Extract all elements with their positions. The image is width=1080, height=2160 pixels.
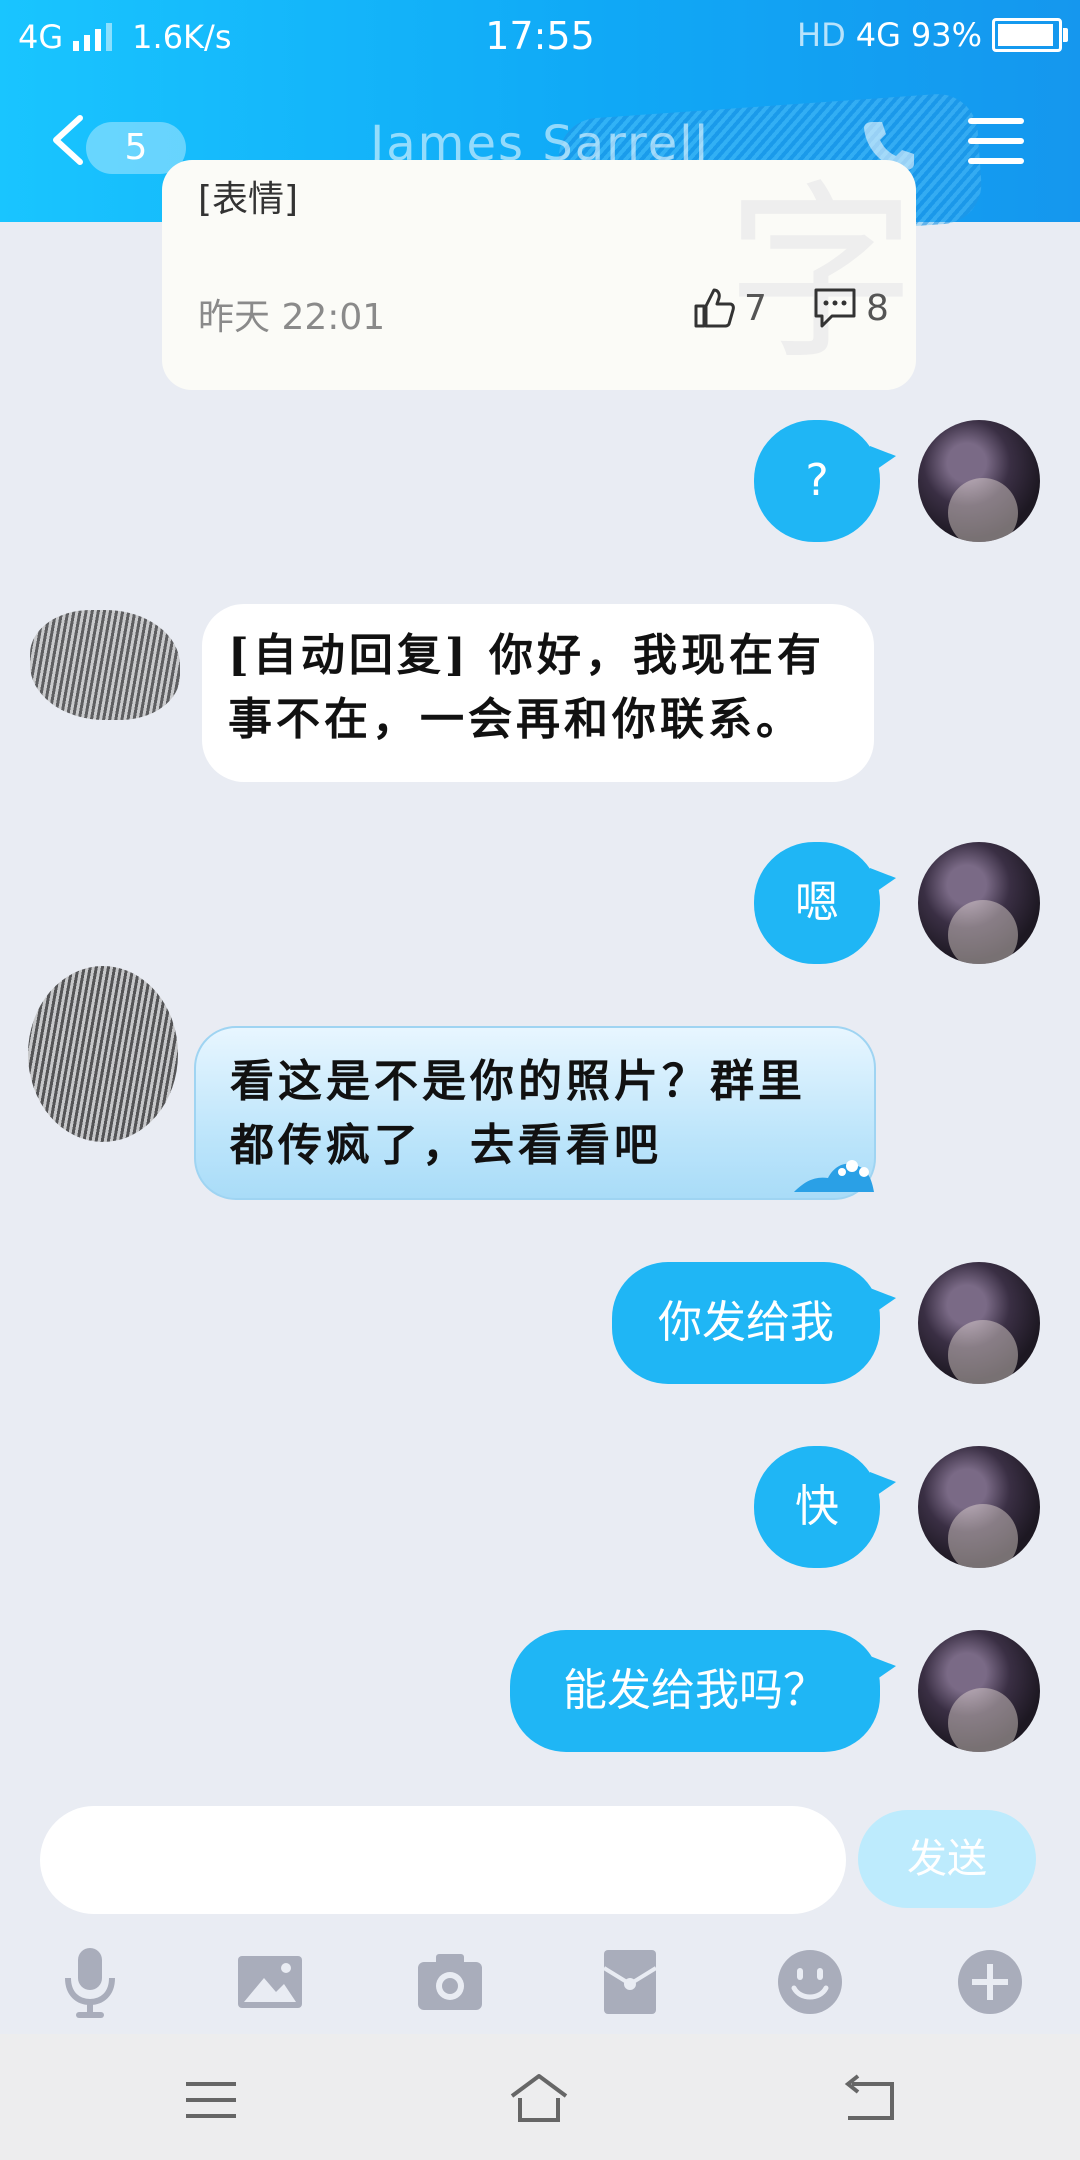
contact-avatar[interactable] xyxy=(28,966,178,1142)
my-avatar[interactable] xyxy=(918,1262,1040,1384)
red-packet-icon[interactable] xyxy=(590,1942,670,2022)
shared-post-card[interactable]: 字 [表情] 昨天 22:01 7 8 xyxy=(162,160,916,390)
menu-icon[interactable] xyxy=(968,118,1024,170)
like-count: 7 xyxy=(744,287,767,329)
my-avatar[interactable] xyxy=(918,420,1040,542)
message-text: 你发给我 xyxy=(658,1297,834,1348)
microphone-icon[interactable] xyxy=(50,1942,130,2022)
wave-decoration xyxy=(794,1160,874,1192)
contact-avatar[interactable] xyxy=(30,610,180,720)
menu-nav-icon[interactable] xyxy=(176,2070,246,2130)
home-icon[interactable] xyxy=(504,2070,574,2130)
message-bubble-received[interactable]: 看这是不是你的照片？群里都传疯了，去看看吧 xyxy=(194,1026,876,1200)
message-bubble-sent[interactable]: 嗯 xyxy=(754,842,896,964)
emoji-icon[interactable] xyxy=(770,1942,850,2022)
network2-label: 4G xyxy=(855,16,901,54)
battery-label: 93% xyxy=(910,16,982,54)
card-text: [表情] xyxy=(198,179,299,220)
comment-button[interactable]: 8 xyxy=(812,286,889,330)
message-bubble-sent[interactable]: ? xyxy=(754,420,896,542)
like-button[interactable]: 7 xyxy=(692,286,767,330)
message-text: 能发给我吗？ xyxy=(563,1665,827,1716)
comment-icon xyxy=(814,288,856,328)
my-avatar[interactable] xyxy=(918,1446,1040,1568)
system-nav-bar xyxy=(0,2034,1080,2160)
message-input[interactable] xyxy=(40,1806,846,1914)
plus-icon[interactable] xyxy=(950,1942,1030,2022)
battery-icon xyxy=(992,18,1068,52)
send-button[interactable]: 发送 xyxy=(858,1810,1036,1908)
my-avatar[interactable] xyxy=(918,842,1040,964)
my-avatar[interactable] xyxy=(918,1630,1040,1752)
message-bubble-sent[interactable]: 快 xyxy=(754,1446,896,1568)
message-bubble-sent[interactable]: 你发给我 xyxy=(612,1262,896,1384)
status-bar: 4G 1.6K/s 17:55 HD 4G 93% xyxy=(0,0,1080,72)
comment-count: 8 xyxy=(866,287,889,329)
message-text: 快 xyxy=(795,1481,839,1532)
message-text: 嗯 xyxy=(795,877,839,928)
message-text: 看这是不是你的照片？群里都传疯了，去看看吧 xyxy=(230,1056,806,1171)
back-nav-icon[interactable] xyxy=(834,2070,904,2130)
camera-icon[interactable] xyxy=(410,1942,490,2022)
message-text: ? xyxy=(805,455,829,506)
card-time: 昨天 22:01 xyxy=(198,297,386,338)
input-toolbar xyxy=(0,1942,1080,2032)
message-bubble-sent[interactable]: 能发给我吗？ xyxy=(510,1630,896,1752)
message-text: [自动回复] 你好，我现在有事不在，一会再和你联系。 xyxy=(228,630,825,745)
message-bubble-received[interactable]: [自动回复] 你好，我现在有事不在，一会再和你联系。 xyxy=(202,604,874,782)
card-watermark: 字 xyxy=(726,164,916,385)
thumbs-up-icon xyxy=(694,288,735,328)
unread-badge[interactable]: 5 xyxy=(86,122,186,174)
image-icon[interactable] xyxy=(230,1942,310,2022)
hd-icon: HD xyxy=(797,16,846,54)
